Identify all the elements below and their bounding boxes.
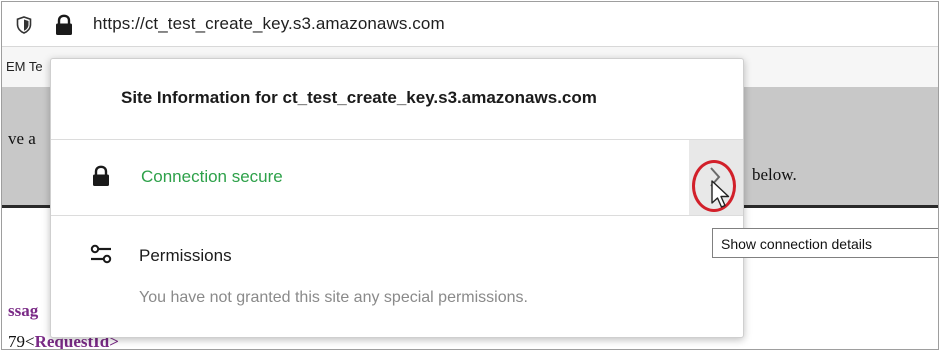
panel-title: Site Information for ct_test_create_key.… — [121, 88, 597, 107]
xml-message-fragment: ssag — [8, 301, 39, 320]
url-bar[interactable]: https://ct_test_create_key.s3.amazonaws.… — [2, 2, 938, 47]
bookmark-item[interactable]: EM Te — [6, 59, 43, 74]
connection-row[interactable]: Connection secure — [51, 140, 743, 216]
banner-text-right: below. — [752, 165, 797, 184]
lock-icon[interactable] — [54, 14, 74, 36]
tooltip: Show connection details — [712, 228, 938, 258]
permissions-description: You have not granted this site any speci… — [139, 289, 528, 306]
site-information-panel: Site Information for ct_test_create_key.… — [50, 58, 744, 338]
shield-icon[interactable] — [16, 16, 32, 34]
permissions-icon — [90, 244, 112, 264]
tooltip-text: Show connection details — [721, 236, 872, 252]
lock-icon — [93, 165, 109, 186]
permissions-section: Permissions You have not granted this si… — [51, 216, 743, 337]
banner-text-left: ve a — [8, 129, 36, 148]
request-prefix: 79< — [8, 332, 35, 350]
browser-window: https://ct_test_create_key.s3.amazonaws.… — [1, 1, 939, 350]
connection-status: Connection secure — [141, 167, 283, 186]
panel-header: Site Information for ct_test_create_key.… — [51, 59, 743, 140]
permissions-title: Permissions — [139, 246, 232, 265]
mouse-cursor-icon — [711, 180, 730, 208]
url-text[interactable]: https://ct_test_create_key.s3.amazonaws.… — [93, 14, 445, 34]
